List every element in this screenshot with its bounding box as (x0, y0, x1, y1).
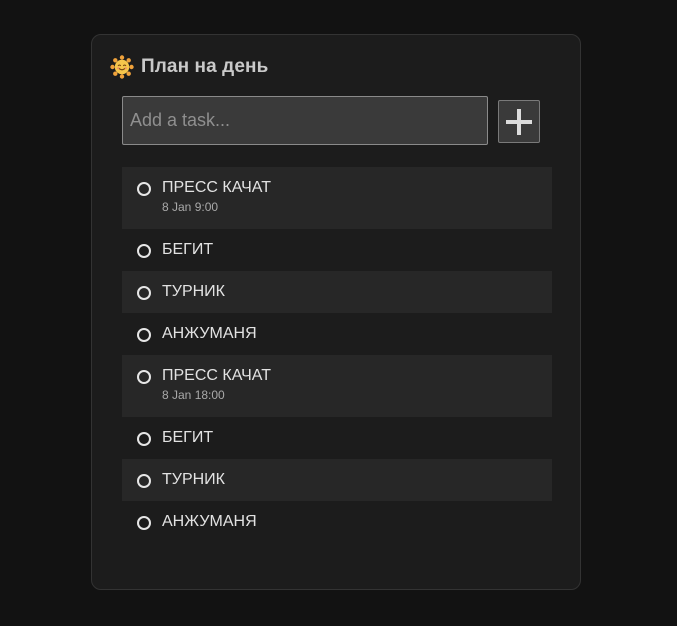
complete-checkbox[interactable] (137, 244, 151, 258)
task-item[interactable]: ТУРНИК (122, 459, 552, 501)
smiling-sun-icon (110, 55, 134, 79)
task-item[interactable]: АНЖУМАНЯ (122, 501, 552, 543)
plus-icon (506, 108, 532, 135)
task-name: БЕГИТ (162, 429, 214, 446)
task-input[interactable] (122, 96, 488, 145)
complete-checkbox[interactable] (137, 474, 151, 488)
add-task-button[interactable] (498, 100, 540, 143)
task-list: ПРЕСС КАЧАТ 8 Jan 9:00 БЕГИТ ТУРНИК АНЖУ… (122, 167, 552, 543)
task-name: ТУРНИК (162, 471, 225, 488)
complete-checkbox[interactable] (137, 516, 151, 530)
task-item[interactable]: БЕГИТ (122, 229, 552, 271)
task-name: АНЖУМАНЯ (162, 325, 257, 342)
complete-checkbox[interactable] (137, 182, 151, 196)
task-item[interactable]: АНЖУМАНЯ (122, 313, 552, 355)
todo-card: План на день ПРЕСС КАЧАТ 8 Jan 9:00 БЕГИ… (91, 34, 581, 590)
task-date: 8 Jan 9:00 (162, 200, 219, 214)
task-item[interactable]: ПРЕСС КАЧАТ 8 Jan 9:00 (122, 167, 552, 229)
task-item[interactable]: БЕГИТ (122, 417, 552, 459)
task-name: ПРЕСС КАЧАТ (162, 367, 271, 384)
page-title: План на день (141, 56, 269, 77)
task-name: ПРЕСС КАЧАТ (162, 179, 271, 196)
complete-checkbox[interactable] (137, 328, 151, 342)
task-name: ТУРНИК (162, 283, 225, 300)
task-date: 8 Jan 18:00 (162, 388, 225, 402)
task-name: БЕГИТ (162, 241, 214, 258)
task-item[interactable]: ПРЕСС КАЧАТ 8 Jan 18:00 (122, 355, 552, 417)
task-name: АНЖУМАНЯ (162, 513, 257, 530)
complete-checkbox[interactable] (137, 370, 151, 384)
header: План на день (110, 54, 268, 80)
task-item[interactable]: ТУРНИК (122, 271, 552, 313)
complete-checkbox[interactable] (137, 432, 151, 446)
complete-checkbox[interactable] (137, 286, 151, 300)
